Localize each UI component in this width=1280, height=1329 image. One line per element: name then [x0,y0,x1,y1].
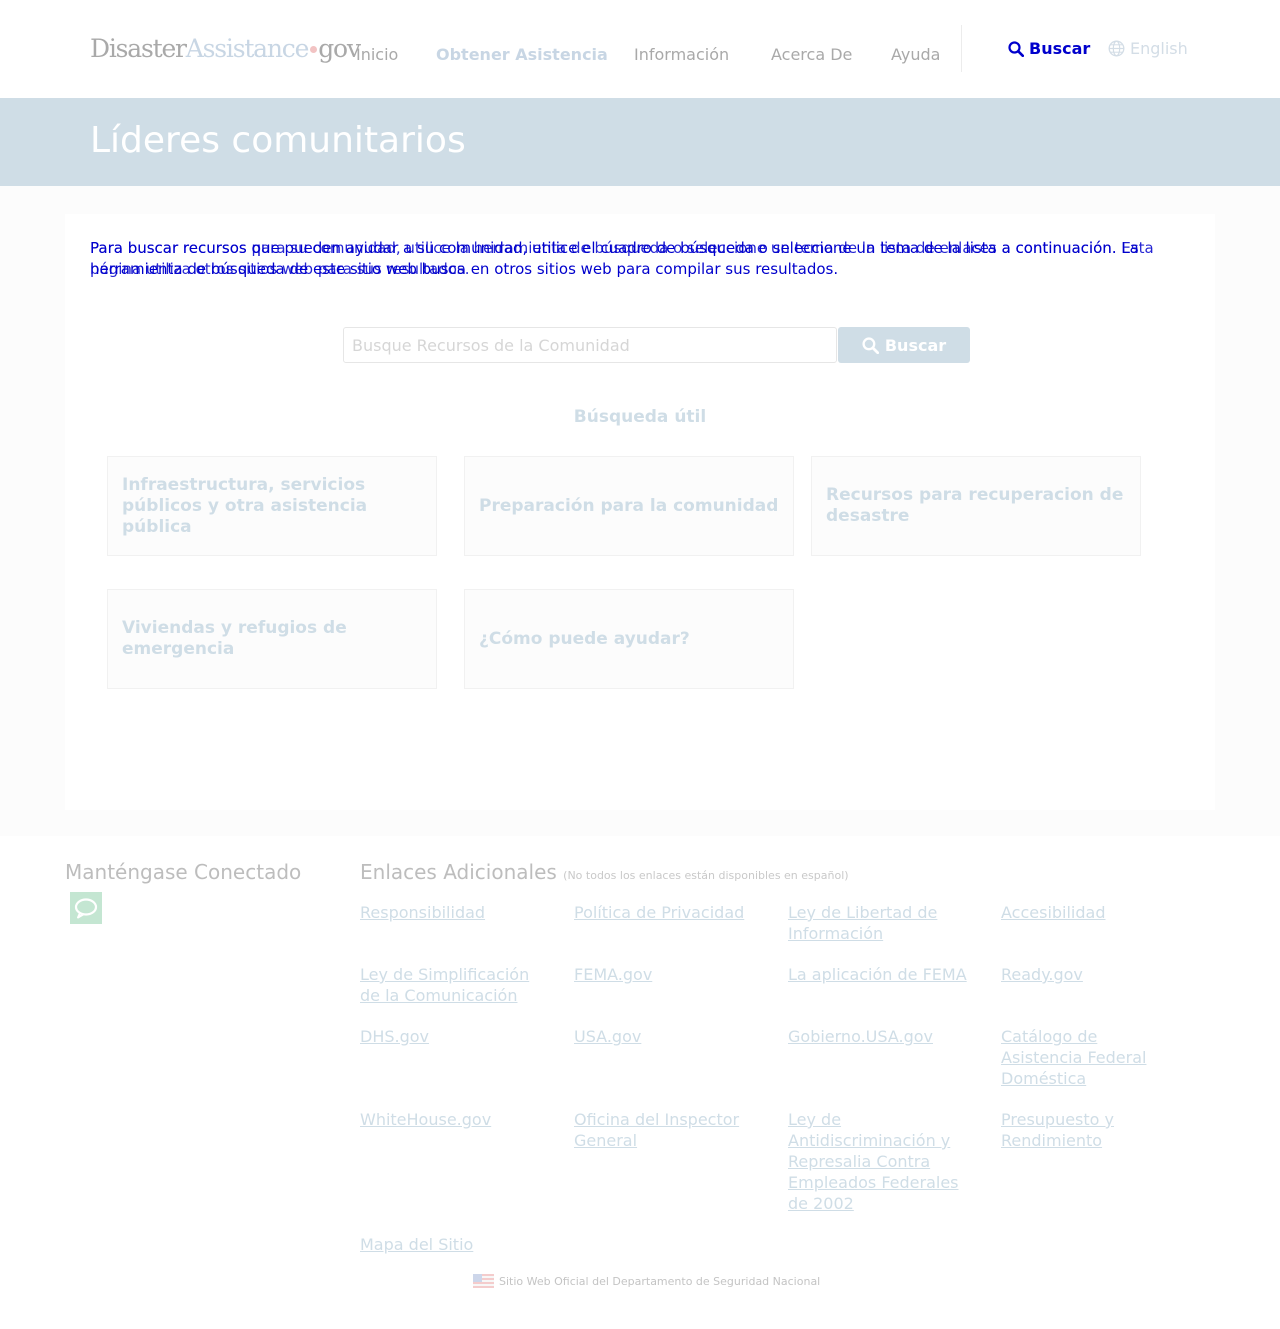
footer-link-responsibilidad[interactable]: Responsibilidad [360,902,550,923]
site-logo[interactable]: DisasterAssistance gov [90,34,361,63]
footer-link-fema[interactable]: FEMA.gov [574,964,769,985]
nav-acerca-de[interactable]: Acerca De [771,45,852,64]
official-site-notice: Sitio Web Oficial del Departamento de Se… [473,1274,820,1288]
us-flag-icon [473,1274,494,1288]
language-toggle[interactable]: English [1108,39,1188,58]
footer-link-libertad-informacion[interactable]: Ley de Libertad de Información [788,902,978,944]
logo-word-disaster: Disaster [90,34,187,63]
nav-divider [961,25,962,72]
intro-paragraph: Para buscar recursos para su comunidad, … [90,238,1190,282]
nav-ayuda[interactable]: Ayuda [891,45,940,64]
community-search-button-label: Buscar [884,335,947,355]
chat-button[interactable] [70,892,102,924]
useful-search-title: Búsqueda útil [573,407,707,427]
footer-links-title-text: Enlaces Adicionales [360,860,557,884]
search-icon [862,336,879,354]
footer-link-mapa-sitio[interactable]: Mapa del Sitio [360,1234,550,1255]
logo-dot [310,46,318,53]
globe-icon [1108,40,1125,57]
intro-text: Para buscar recursos que pueden ayudar a… [90,239,1139,278]
footer-link-catalogo[interactable]: Catálogo de Asistencia Federal Doméstica [1001,1026,1161,1089]
header-search-label: Buscar [1029,39,1091,58]
community-search-button[interactable]: Buscar [838,327,970,363]
page-title: Líderes comunitarios [90,120,466,161]
footer-connected-title: Manténgase Conectado [65,860,302,884]
community-search-input[interactable] [343,327,837,363]
footer-links-title: Enlaces Adicionales (No todos los enlace… [360,860,849,884]
official-site-text: Sitio Web Oficial del Departamento de Se… [499,1274,821,1288]
nav-obtener-asistencia[interactable]: Obtener Asistencia [436,45,608,64]
site-header: DisasterAssistance gov Inicio Obtener Asi… [0,0,1280,98]
search-icon [1008,40,1024,57]
logo-word-assistance: Assistance [185,34,310,63]
tile-preparacion-comunidad[interactable]: Preparación para la comunidad [464,456,794,556]
tile-infraestructura[interactable]: Infraestructura, servicios públicos y ot… [107,456,437,556]
tile-como-puede-ayudar[interactable]: ¿Cómo puede ayudar? [464,589,794,689]
footer-link-inspector-general[interactable]: Oficina del Inspector General [574,1109,764,1151]
page-banner: Líderes comunitarios [0,98,1280,186]
footer-link-simplificacion[interactable]: Ley de Simplificación de la Comunicación [360,964,550,1006]
language-label: English [1130,39,1188,58]
footer-link-usa[interactable]: USA.gov [574,1026,769,1047]
tile-recursos-recuperacion[interactable]: Recursos para recuperacion de desastre [811,456,1141,556]
footer-link-antidiscriminacion[interactable]: Ley de Antidiscriminación y Represalia C… [788,1109,978,1214]
footer-link-dhs[interactable]: DHS.gov [360,1026,550,1047]
footer-link-gobierno-usa[interactable]: Gobierno.USA.gov [788,1026,978,1047]
footer-link-privacidad[interactable]: Política de Privacidad [574,902,769,923]
nav-inicio[interactable]: Inicio [356,45,398,64]
logo-word-gov: gov [318,34,361,63]
tile-viviendas-refugios[interactable]: Viviendas y refugios de emergencia [107,589,437,689]
footer-link-ready[interactable]: Ready.gov [1001,964,1181,985]
nav-informacion[interactable]: Información [634,45,729,64]
chat-bubble-icon [74,898,98,919]
footer-link-app-fema[interactable]: La aplicación de FEMA [788,964,988,985]
footer-link-presupuesto[interactable]: Presupuesto y Rendimiento [1001,1109,1181,1151]
footer-link-accesibilidad[interactable]: Accesibilidad [1001,902,1181,923]
header-search-link[interactable]: Buscar [1008,39,1090,58]
footer-link-whitehouse[interactable]: WhiteHouse.gov [360,1109,550,1130]
footer-links-note: (No todos los enlaces están disponibles … [563,869,849,882]
